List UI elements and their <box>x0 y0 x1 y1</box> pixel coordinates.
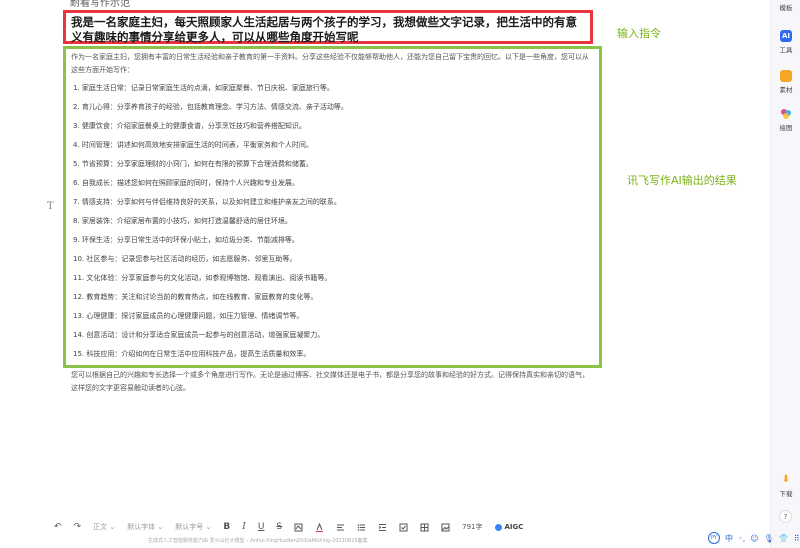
list-item[interactable]: 14. 创意活动：设计和分享适合家庭成员一起参与的创意活动，增强家庭凝聚力。 <box>71 330 594 349</box>
sidebar-item-download[interactable]: ⬇ 下载 <box>771 474 800 498</box>
image-icon[interactable] <box>435 518 456 536</box>
sidebar-item-label: 绘图 <box>779 124 793 132</box>
text-cursor-icon: T <box>47 201 54 212</box>
list-item[interactable]: 13. 心理健康：探讨家庭成员的心理健康问题，如压力管理、情绪调节等。 <box>71 311 594 330</box>
sidebar-item-template[interactable]: 模板 <box>771 2 800 12</box>
sidebar-item-label: 下载 <box>779 490 793 498</box>
list-item[interactable]: 12. 教育趋势：关注和讨论当前的教育热点，如在线教育、家庭教育的变化等。 <box>71 292 594 311</box>
list-item[interactable]: 7. 情感支持：分享如何与伴侣维持良好的关系，以及如何建立和维护亲友之间的联系。 <box>71 197 594 216</box>
table-icon[interactable] <box>414 518 435 536</box>
ime-logo-icon[interactable]: PY <box>708 532 720 544</box>
folder-icon <box>780 70 792 82</box>
sidebar-item-label: 工具 <box>779 46 793 54</box>
list-item[interactable]: 15. 科技应用：介绍如何在日常生活中应用科技产品，提高生活质量和效率。 <box>71 349 594 368</box>
bold-button[interactable]: B <box>217 518 236 536</box>
list-item[interactable]: 10. 社区参与：记录您参与社区活动的经历，如志愿服务、邻里互助等。 <box>71 254 594 273</box>
paragraph-style-select[interactable]: 正文 ⌄ <box>87 518 121 536</box>
emoji-icon[interactable]: ☺ <box>750 534 758 543</box>
microphone-icon[interactable]: 🎙 <box>764 534 774 543</box>
font-family-select[interactable]: 默认字体 ⌄ <box>121 518 169 536</box>
font-family-value: 默认字体 <box>127 523 156 531</box>
align-icon[interactable] <box>330 518 351 536</box>
list-item[interactable]: 4. 时间管理：讲述如何高效地安排家庭生活的时间表，平衡家务和个人时间。 <box>71 140 594 159</box>
aigc-icon <box>494 523 502 531</box>
sidebar-item-materials[interactable]: 素材 <box>771 70 800 94</box>
undo-button[interactable]: ↶ <box>48 518 68 536</box>
editor-toolbar: ↶ ↷ 正文 ⌄ 默认字体 ⌄ 默认字号 ⌄ B I U S 791字 AIGC <box>48 518 529 536</box>
ai-output-label: 讯飞写作AI输出的结果 <box>627 174 737 187</box>
footer-disclaimer: 生成式人工智能服务能力由 爱火山社大模型 – Anhui-XingHuoRenZ… <box>148 538 368 544</box>
underline-button[interactable]: U <box>252 518 271 536</box>
list-item[interactable]: 5. 节省预算：分享家庭理财的小窍门，如何在有限的预算下合理消费和储蓄。 <box>71 159 594 178</box>
system-tray: PY 中 ◦, ☺ 🎙 👕 ⠿ <box>708 532 800 544</box>
right-sidebar: 模板 AI 工具 素材 绘图 ⬇ 下载 ? <box>770 0 800 548</box>
list-item[interactable]: 9. 环保生活：分享日常生活中的环保小贴士，如垃圾分类、节能减排等。 <box>71 235 594 254</box>
list-item[interactable]: 8. 家居装饰：介绍家居布置的小技巧，如何打造温馨舒适的居住环境。 <box>71 216 594 235</box>
ai-output-box: 作为一名家庭主妇，您拥有丰富的日常生活经验和亲子教育的第一手资料。分享这些经验不… <box>63 46 602 392</box>
aigc-button[interactable]: AIGC <box>489 518 530 536</box>
punctuation-icon[interactable]: ◦, <box>738 534 745 543</box>
italic-button[interactable]: I <box>236 518 252 536</box>
list-item[interactable]: 3. 健康饮食：介绍家庭餐桌上的健康食谱，分享烹饪技巧和营养搭配知识。 <box>71 121 594 140</box>
aigc-label: AIGC <box>504 523 524 531</box>
output-outro[interactable]: 您可以根据自己的兴趣和专长选择一个或多个角度进行写作。无论是通过博客、社交媒体还… <box>71 369 594 395</box>
list-icon[interactable] <box>351 518 372 536</box>
document-heading-cut: 耐看写作示范 <box>70 0 130 9</box>
ime-language-toggle[interactable]: 中 <box>725 533 733 544</box>
output-intro[interactable]: 作为一名家庭主妇，您拥有丰富的日常生活经验和亲子教育的第一手资料。分享这些经验不… <box>71 51 594 77</box>
list-item[interactable]: 6. 自我成长：描述您如何在照顾家庭的同时，保持个人兴趣和专业发展。 <box>71 178 594 197</box>
grid-menu-icon[interactable]: ⠿ <box>794 534 800 543</box>
redo-button[interactable]: ↷ <box>68 518 88 536</box>
strikethrough-button[interactable]: S <box>270 518 288 536</box>
help-button[interactable]: ? <box>779 510 792 523</box>
skin-icon[interactable]: 👕 <box>779 534 789 543</box>
sidebar-item-label: 模板 <box>779 4 793 12</box>
list-item[interactable]: 1. 家庭生活日常：记录日常家庭生活的点滴，如家庭聚餐、节日庆祝、家庭旅行等。 <box>71 83 594 102</box>
highlight-icon[interactable] <box>288 518 309 536</box>
font-color-icon[interactable] <box>309 518 330 536</box>
palette-icon <box>780 108 792 120</box>
font-size-value: 默认字号 <box>175 523 204 531</box>
list-item[interactable]: 2. 育儿心得：分享养育孩子的经验，包括教育理念、学习方法、情感交流、亲子活动等… <box>71 102 594 121</box>
sidebar-item-tools[interactable]: AI 工具 <box>771 30 800 54</box>
checkbox-icon[interactable] <box>393 518 414 536</box>
download-icon: ⬇ <box>781 474 791 485</box>
prompt-highlight-box: 我是一名家庭主妇，每天照顾家人生活起居与两个孩子的学习，我想做些文字记录，把生活… <box>63 10 593 44</box>
input-instruction-label: 输入指令 <box>617 27 661 40</box>
sidebar-item-drawing[interactable]: 绘图 <box>771 108 800 132</box>
font-size-select[interactable]: 默认字号 ⌄ <box>169 518 217 536</box>
indent-icon[interactable] <box>372 518 393 536</box>
list-item[interactable]: 11. 文化体验：分享家庭参与的文化活动，如参观博物馆、观看演出、阅读书籍等。 <box>71 273 594 292</box>
sidebar-item-label: 素材 <box>779 86 793 94</box>
document-area[interactable]: 耐看写作示范 我是一名家庭主妇，每天照顾家人生活起居与两个孩子的学习，我想做些文… <box>0 0 770 515</box>
word-count: 791字 <box>462 523 483 531</box>
paragraph-style-value: 正文 <box>93 523 108 531</box>
prompt-text[interactable]: 我是一名家庭主妇，每天照顾家人生活起居与两个孩子的学习，我想做些文字记录，把生活… <box>71 15 585 45</box>
ai-icon: AI <box>780 30 792 42</box>
